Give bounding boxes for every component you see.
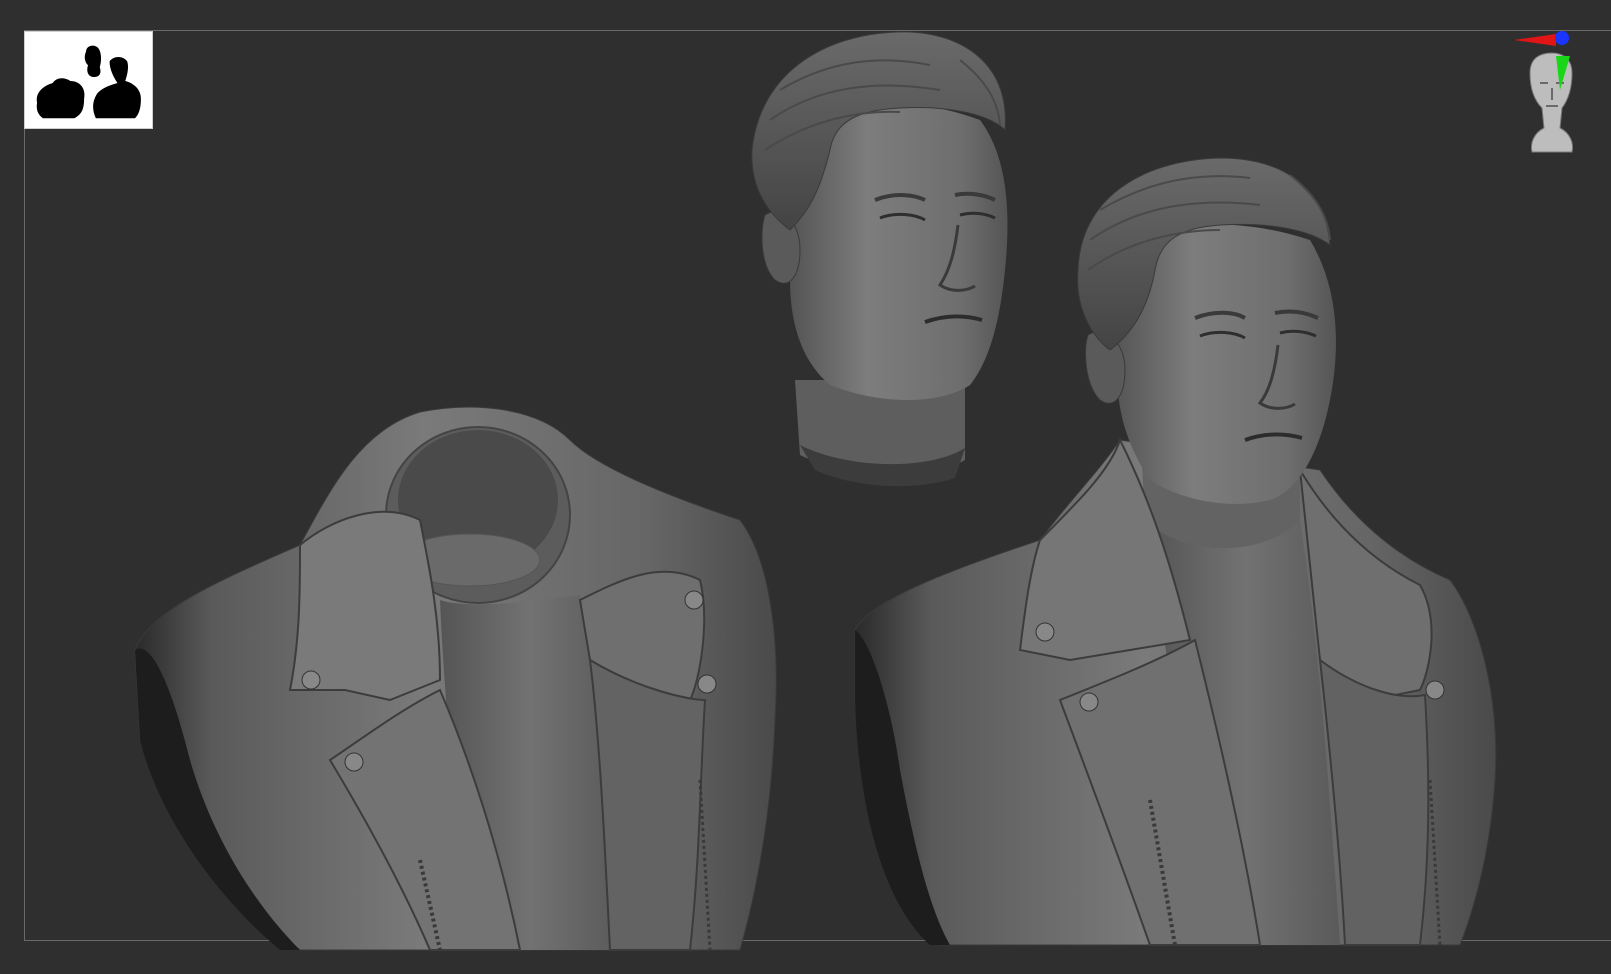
snap-button [1425,680,1445,700]
snap-button [301,670,321,690]
subtools-silhouette-icon [36,45,141,119]
z-axis-dot[interactable] [1555,31,1569,45]
snap-button [344,752,364,772]
snap-button [684,590,704,610]
snap-button [697,674,717,694]
zbrush-document-viewport[interactable] [0,0,1611,974]
snap-button [1035,622,1055,642]
head-model[interactable] [751,31,1008,487]
jacket-bust-model[interactable] [134,406,777,951]
x-axis-arrow[interactable] [1514,34,1556,46]
head-orientation-gizmo-icon[interactable] [1510,28,1611,158]
sculpt-scene[interactable] [0,0,1611,974]
snap-button [1079,692,1099,712]
right-front-panel [588,658,707,951]
subtool-thumbnail-preview[interactable] [24,31,153,129]
